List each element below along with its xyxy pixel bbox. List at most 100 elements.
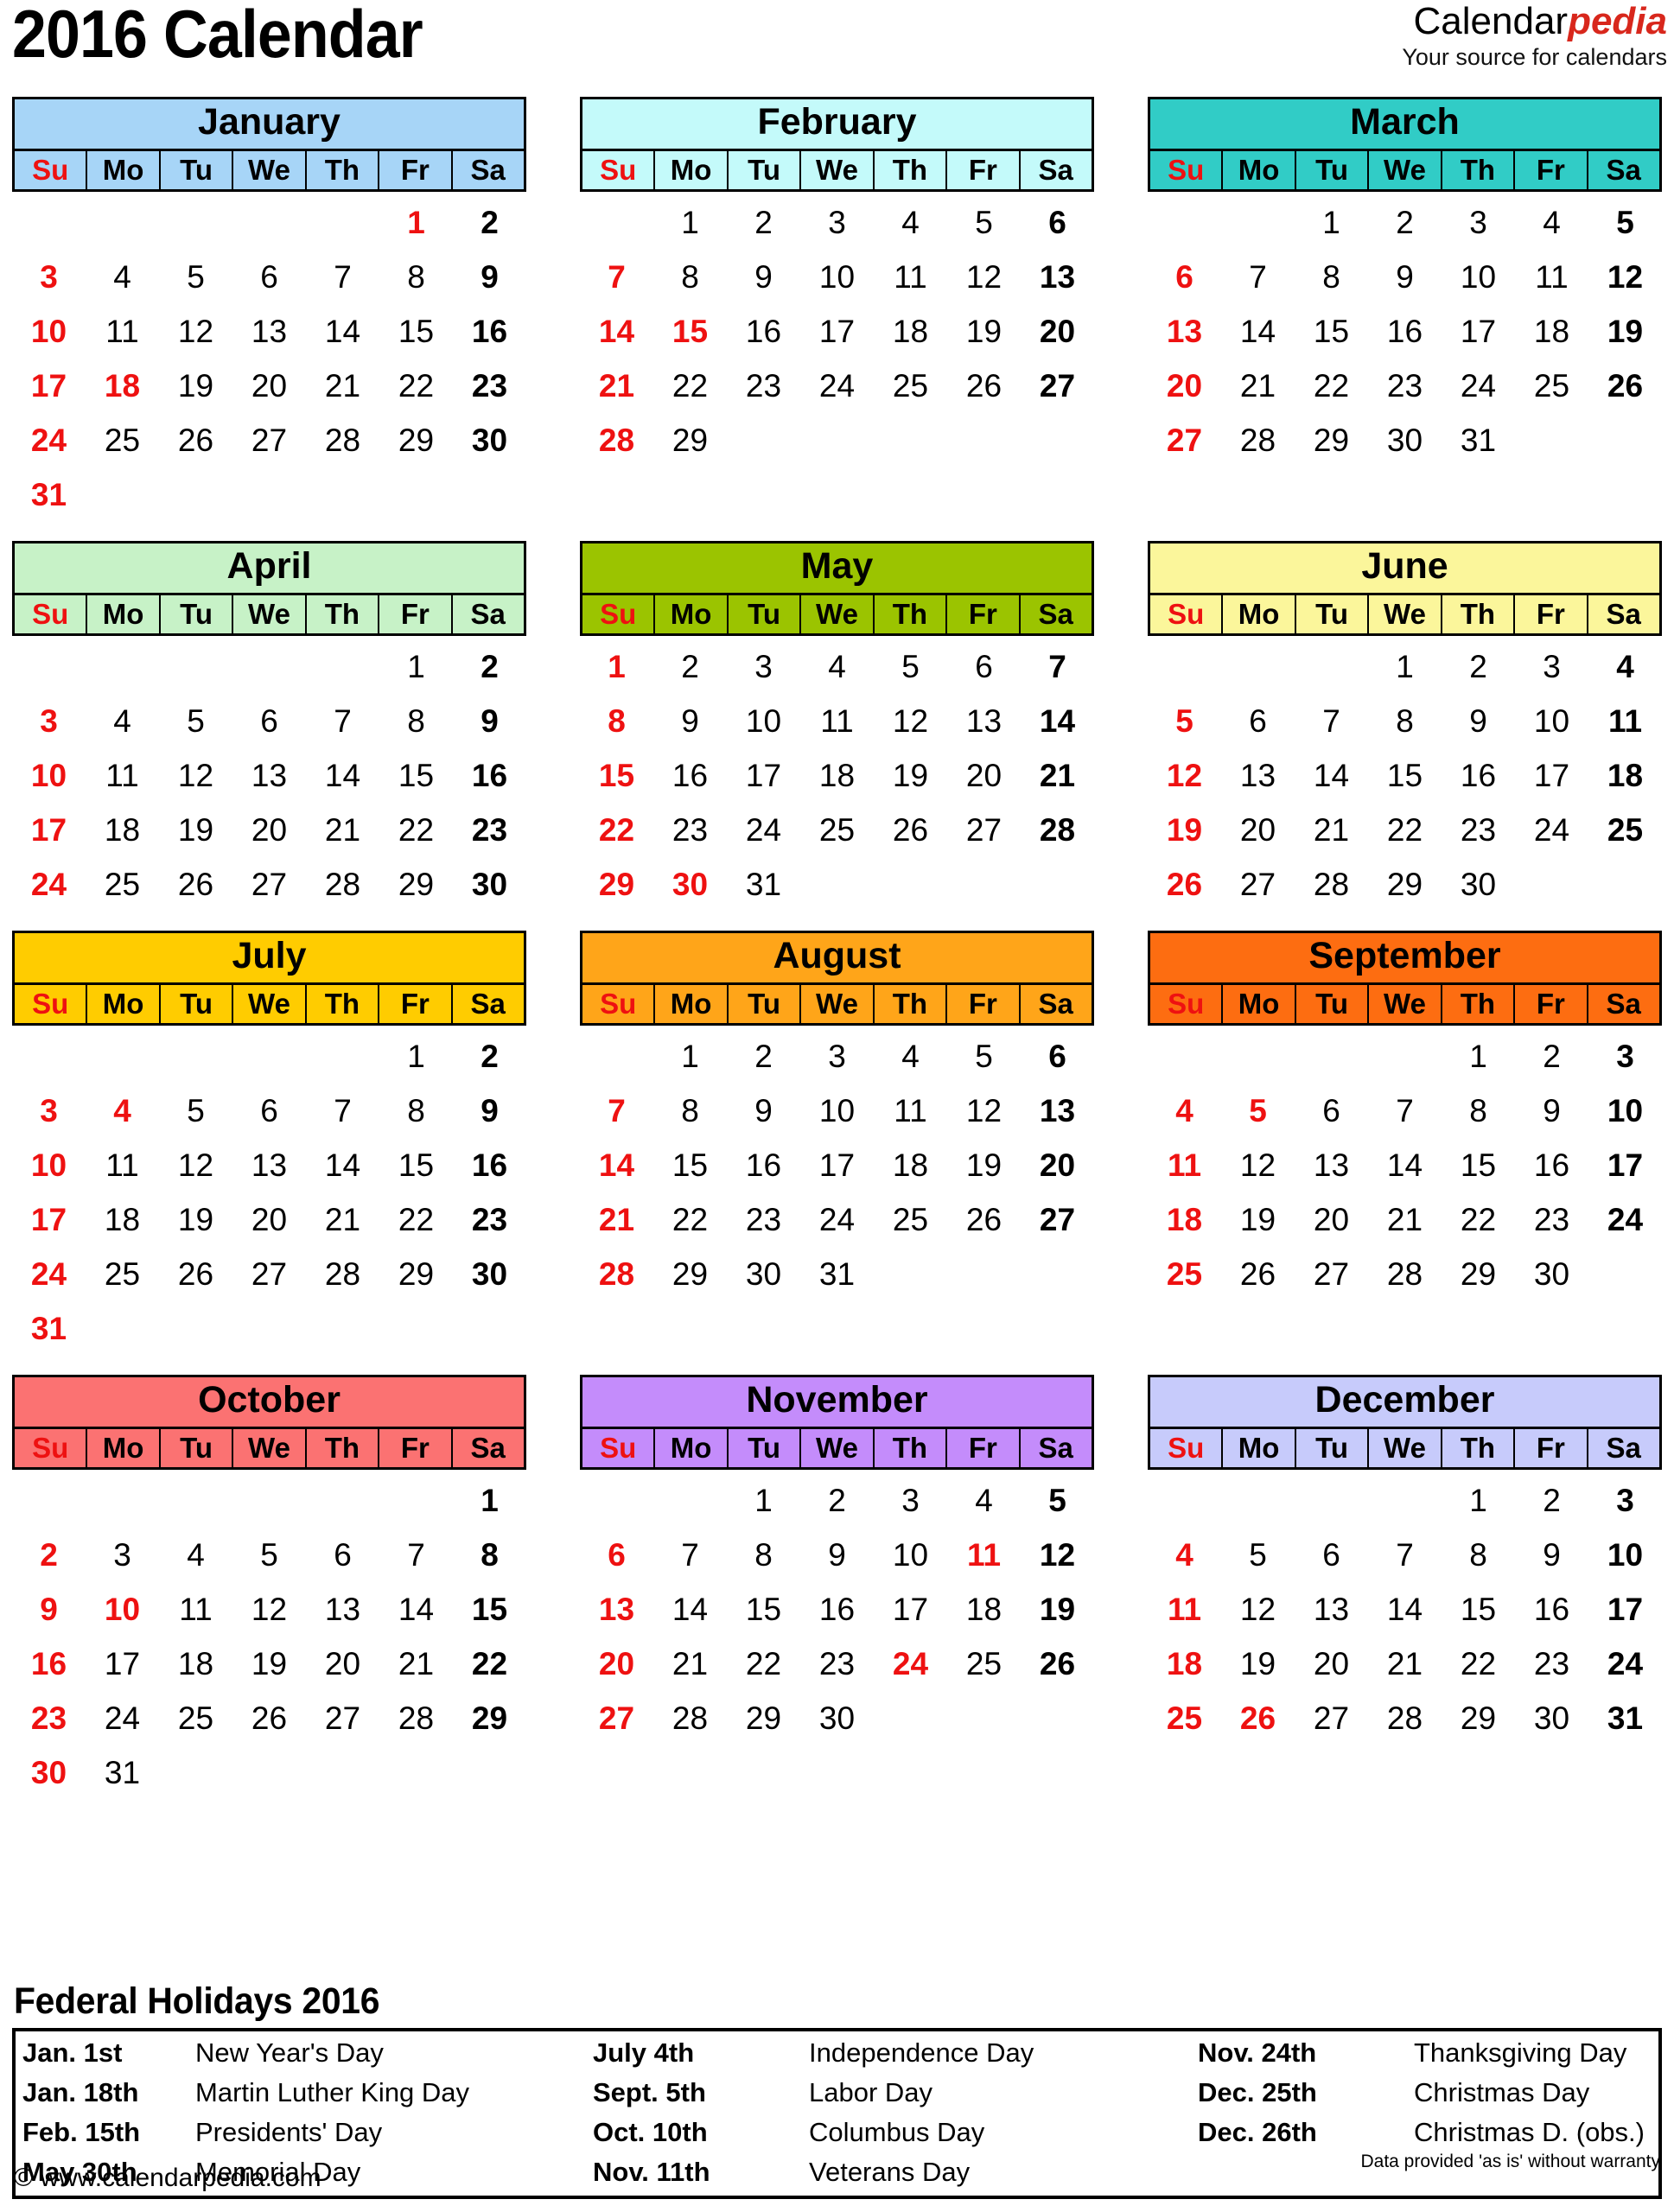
day-cell[interactable]: 11 (159, 1582, 232, 1637)
day-cell[interactable]: 25 (1515, 359, 1588, 413)
day-cell[interactable]: 16 (800, 1582, 874, 1637)
day-cell[interactable]: 5 (1021, 1473, 1094, 1528)
day-cell[interactable]: 27 (232, 1247, 306, 1301)
day-cell[interactable]: 21 (1368, 1637, 1442, 1691)
day-cell[interactable]: 13 (1148, 304, 1221, 359)
day-cell[interactable]: 22 (379, 359, 453, 413)
day-cell[interactable]: 13 (580, 1582, 653, 1637)
day-cell[interactable]: 13 (232, 1138, 306, 1192)
day-cell[interactable]: 30 (1515, 1247, 1588, 1301)
day-cell[interactable]: 15 (379, 748, 453, 803)
day-cell[interactable]: 12 (947, 1084, 1021, 1138)
day-cell[interactable]: 26 (1021, 1637, 1094, 1691)
day-cell[interactable]: 23 (727, 1192, 800, 1247)
day-cell[interactable]: 23 (1515, 1637, 1588, 1691)
day-cell[interactable]: 13 (1021, 250, 1094, 304)
day-cell[interactable]: 27 (1221, 857, 1295, 912)
day-cell[interactable]: 9 (1515, 1528, 1588, 1582)
day-cell[interactable]: 24 (86, 1691, 159, 1745)
day-cell[interactable]: 30 (453, 413, 526, 467)
day-cell[interactable]: 2 (1442, 639, 1515, 694)
day-cell[interactable]: 14 (1295, 748, 1368, 803)
day-cell[interactable]: 21 (306, 359, 379, 413)
day-cell[interactable]: 31 (86, 1745, 159, 1800)
day-cell[interactable]: 16 (1442, 748, 1515, 803)
day-cell[interactable]: 1 (379, 1029, 453, 1084)
day-cell[interactable]: 7 (1295, 694, 1368, 748)
day-cell[interactable]: 12 (159, 748, 232, 803)
day-cell[interactable]: 1 (1442, 1029, 1515, 1084)
day-cell[interactable]: 20 (1221, 803, 1295, 857)
day-cell[interactable]: 18 (874, 304, 947, 359)
day-cell[interactable]: 19 (1221, 1192, 1295, 1247)
day-cell[interactable]: 6 (306, 1528, 379, 1582)
day-cell[interactable]: 29 (653, 1247, 727, 1301)
day-cell[interactable]: 27 (1295, 1691, 1368, 1745)
day-cell[interactable]: 16 (1515, 1582, 1588, 1637)
day-cell[interactable]: 1 (453, 1473, 526, 1528)
day-cell[interactable]: 21 (1295, 803, 1368, 857)
day-cell[interactable]: 24 (1515, 803, 1588, 857)
day-cell[interactable]: 2 (453, 195, 526, 250)
day-cell[interactable]: 10 (12, 748, 86, 803)
day-cell[interactable]: 16 (453, 304, 526, 359)
day-cell[interactable]: 17 (12, 803, 86, 857)
day-cell[interactable]: 20 (947, 748, 1021, 803)
day-cell[interactable]: 30 (727, 1247, 800, 1301)
day-cell[interactable]: 16 (727, 304, 800, 359)
day-cell[interactable]: 21 (1221, 359, 1295, 413)
day-cell[interactable]: 19 (159, 359, 232, 413)
day-cell[interactable]: 24 (800, 1192, 874, 1247)
day-cell[interactable]: 11 (947, 1528, 1021, 1582)
day-cell[interactable]: 21 (1368, 1192, 1442, 1247)
day-cell[interactable]: 27 (1148, 413, 1221, 467)
day-cell[interactable]: 18 (1515, 304, 1588, 359)
day-cell[interactable]: 23 (453, 803, 526, 857)
day-cell[interactable]: 29 (1368, 857, 1442, 912)
day-cell[interactable]: 16 (453, 1138, 526, 1192)
day-cell[interactable]: 16 (12, 1637, 86, 1691)
day-cell[interactable]: 15 (379, 1138, 453, 1192)
day-cell[interactable]: 8 (727, 1528, 800, 1582)
day-cell[interactable]: 24 (727, 803, 800, 857)
day-cell[interactable]: 9 (800, 1528, 874, 1582)
day-cell[interactable]: 18 (159, 1637, 232, 1691)
day-cell[interactable]: 29 (379, 857, 453, 912)
day-cell[interactable]: 28 (1368, 1247, 1442, 1301)
day-cell[interactable]: 19 (159, 1192, 232, 1247)
day-cell[interactable]: 7 (1368, 1528, 1442, 1582)
day-cell[interactable]: 7 (580, 1084, 653, 1138)
day-cell[interactable]: 7 (1368, 1084, 1442, 1138)
day-cell[interactable]: 5 (1588, 195, 1662, 250)
day-cell[interactable]: 6 (232, 250, 306, 304)
day-cell[interactable]: 27 (1021, 359, 1094, 413)
day-cell[interactable]: 8 (1368, 694, 1442, 748)
day-cell[interactable]: 1 (1295, 195, 1368, 250)
day-cell[interactable]: 13 (1295, 1138, 1368, 1192)
day-cell[interactable]: 25 (86, 413, 159, 467)
day-cell[interactable]: 8 (580, 694, 653, 748)
day-cell[interactable]: 1 (653, 195, 727, 250)
day-cell[interactable]: 10 (1588, 1528, 1662, 1582)
day-cell[interactable]: 9 (1442, 694, 1515, 748)
day-cell[interactable]: 29 (453, 1691, 526, 1745)
day-cell[interactable]: 27 (306, 1691, 379, 1745)
day-cell[interactable]: 2 (12, 1528, 86, 1582)
day-cell[interactable]: 13 (232, 304, 306, 359)
day-cell[interactable]: 9 (653, 694, 727, 748)
day-cell[interactable]: 11 (1515, 250, 1588, 304)
day-cell[interactable]: 28 (1021, 803, 1094, 857)
day-cell[interactable]: 4 (1148, 1528, 1221, 1582)
day-cell[interactable]: 20 (1148, 359, 1221, 413)
day-cell[interactable]: 17 (12, 359, 86, 413)
day-cell[interactable]: 17 (800, 304, 874, 359)
day-cell[interactable]: 15 (653, 1138, 727, 1192)
day-cell[interactable]: 10 (1515, 694, 1588, 748)
day-cell[interactable]: 16 (653, 748, 727, 803)
day-cell[interactable]: 6 (580, 1528, 653, 1582)
day-cell[interactable]: 27 (232, 413, 306, 467)
day-cell[interactable]: 16 (453, 748, 526, 803)
day-cell[interactable]: 20 (232, 359, 306, 413)
day-cell[interactable]: 4 (1148, 1084, 1221, 1138)
day-cell[interactable]: 25 (86, 1247, 159, 1301)
